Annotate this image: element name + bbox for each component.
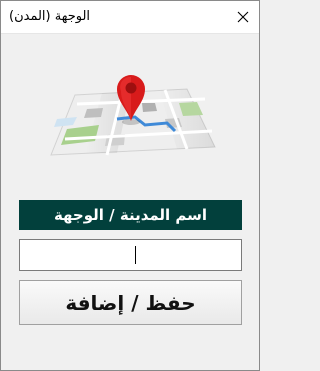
- close-icon: [237, 11, 249, 23]
- map-illustration: [47, 59, 217, 167]
- dialog-window: الوجهة (المدن) اسم المدينة / الوجهة حفظ …: [0, 0, 260, 371]
- save-add-button[interactable]: حفظ / إضافة: [19, 280, 242, 325]
- close-button[interactable]: [227, 1, 259, 33]
- map-location-pin-icon: [50, 75, 216, 156]
- text-caret: [135, 246, 136, 264]
- window-title: الوجهة (المدن): [9, 9, 91, 24]
- city-label: اسم المدينة / الوجهة: [19, 200, 242, 230]
- title-bar: الوجهة (المدن): [1, 1, 259, 34]
- city-input[interactable]: [19, 239, 242, 271]
